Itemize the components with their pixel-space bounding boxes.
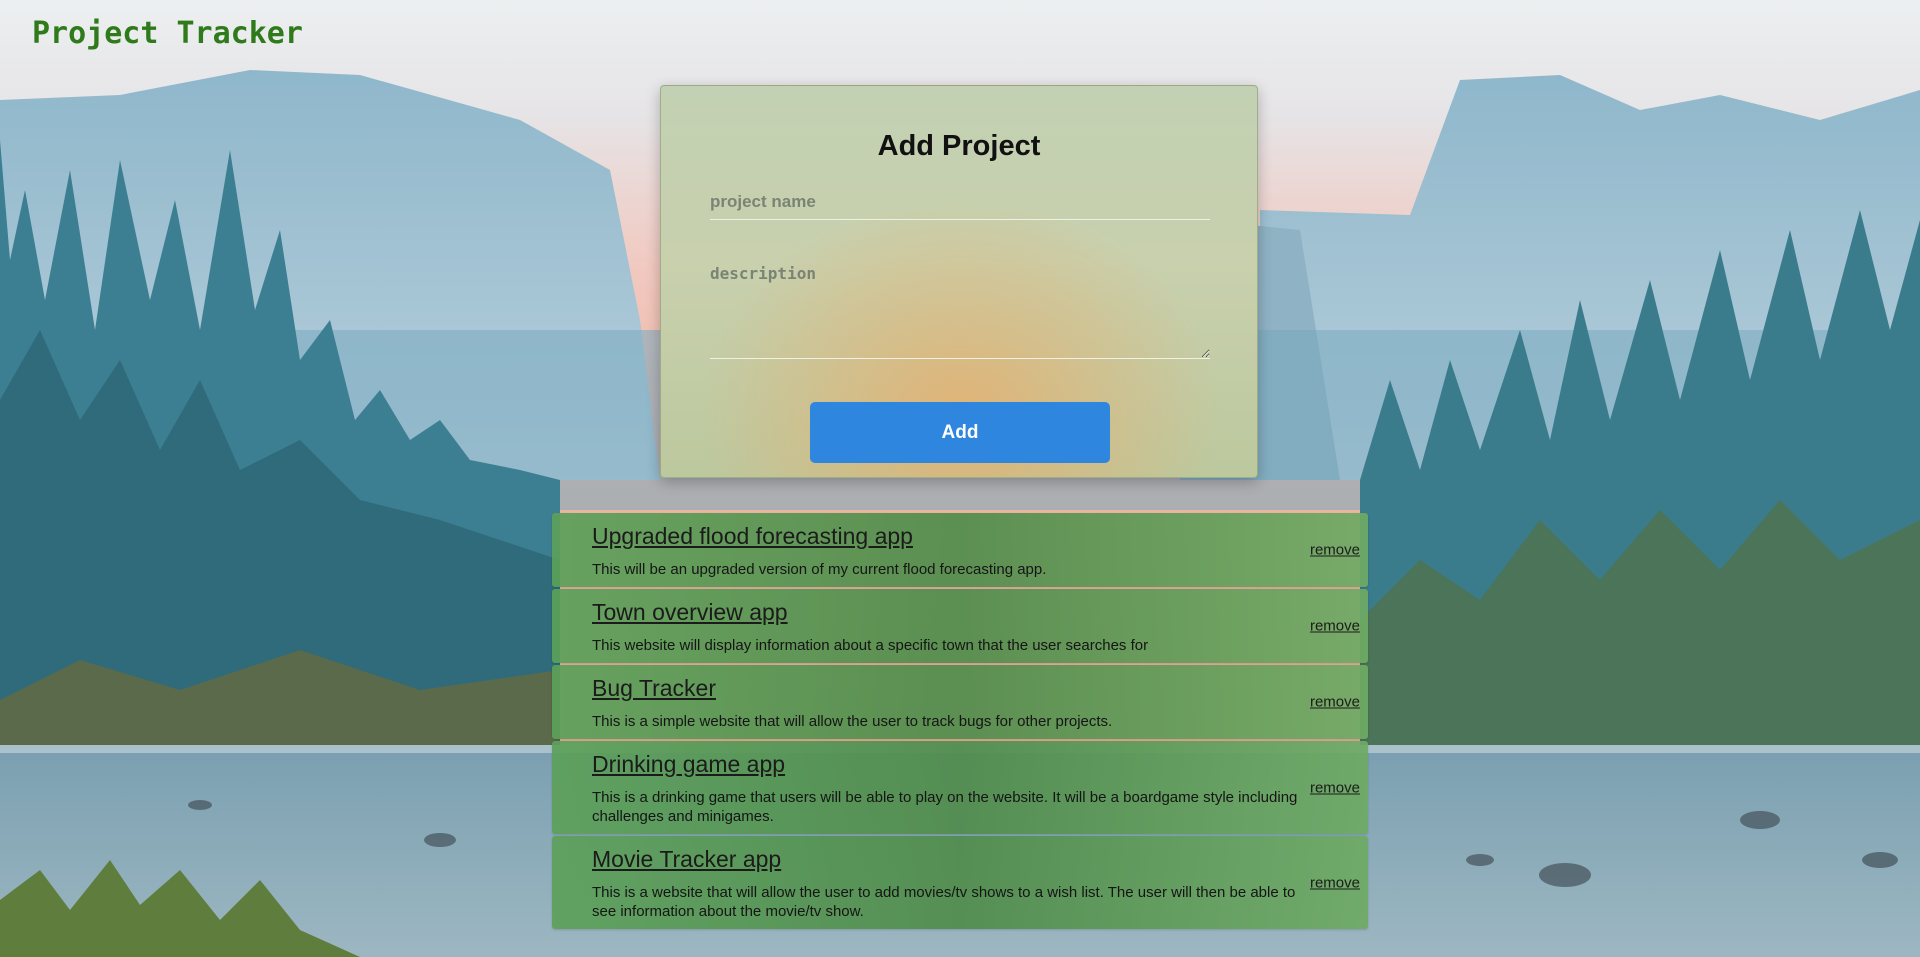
project-title[interactable]: Bug Tracker	[592, 675, 1298, 701]
project-name-input[interactable]	[710, 184, 1210, 220]
project-description: This is a website that will allow the us…	[592, 884, 1296, 920]
list-item: Upgraded flood forecasting app This will…	[552, 513, 1368, 587]
remove-link[interactable]: remove	[1310, 779, 1360, 796]
app-title: Project Tracker	[32, 16, 303, 51]
remove-link[interactable]: remove	[1310, 618, 1360, 635]
list-item: Movie Tracker app This is a website that…	[552, 836, 1368, 929]
form-title: Add Project	[877, 130, 1041, 162]
add-project-form: Add Project Add	[660, 85, 1258, 478]
list-item: Town overview app This website will disp…	[552, 589, 1368, 663]
project-title[interactable]: Town overview app	[592, 599, 1298, 625]
description-input[interactable]	[710, 256, 1210, 359]
project-title[interactable]: Movie Tracker app	[592, 846, 1298, 872]
list-item: Bug Tracker This is a simple website tha…	[552, 665, 1368, 739]
remove-link[interactable]: remove	[1310, 542, 1360, 559]
add-button[interactable]: Add	[810, 402, 1110, 463]
list-item: Drinking game app This is a drinking gam…	[552, 741, 1368, 834]
remove-link[interactable]: remove	[1310, 694, 1360, 711]
project-title[interactable]: Drinking game app	[592, 751, 1298, 777]
project-list: Upgraded flood forecasting app This will…	[552, 513, 1368, 931]
project-description: This is a simple website that will allow…	[592, 713, 1113, 730]
project-description: This is a drinking game that users will …	[592, 789, 1298, 825]
project-title[interactable]: Upgraded flood forecasting app	[592, 523, 1298, 549]
project-description: This website will display information ab…	[592, 637, 1149, 654]
remove-link[interactable]: remove	[1310, 874, 1360, 891]
project-description: This will be an upgraded version of my c…	[592, 561, 1047, 578]
